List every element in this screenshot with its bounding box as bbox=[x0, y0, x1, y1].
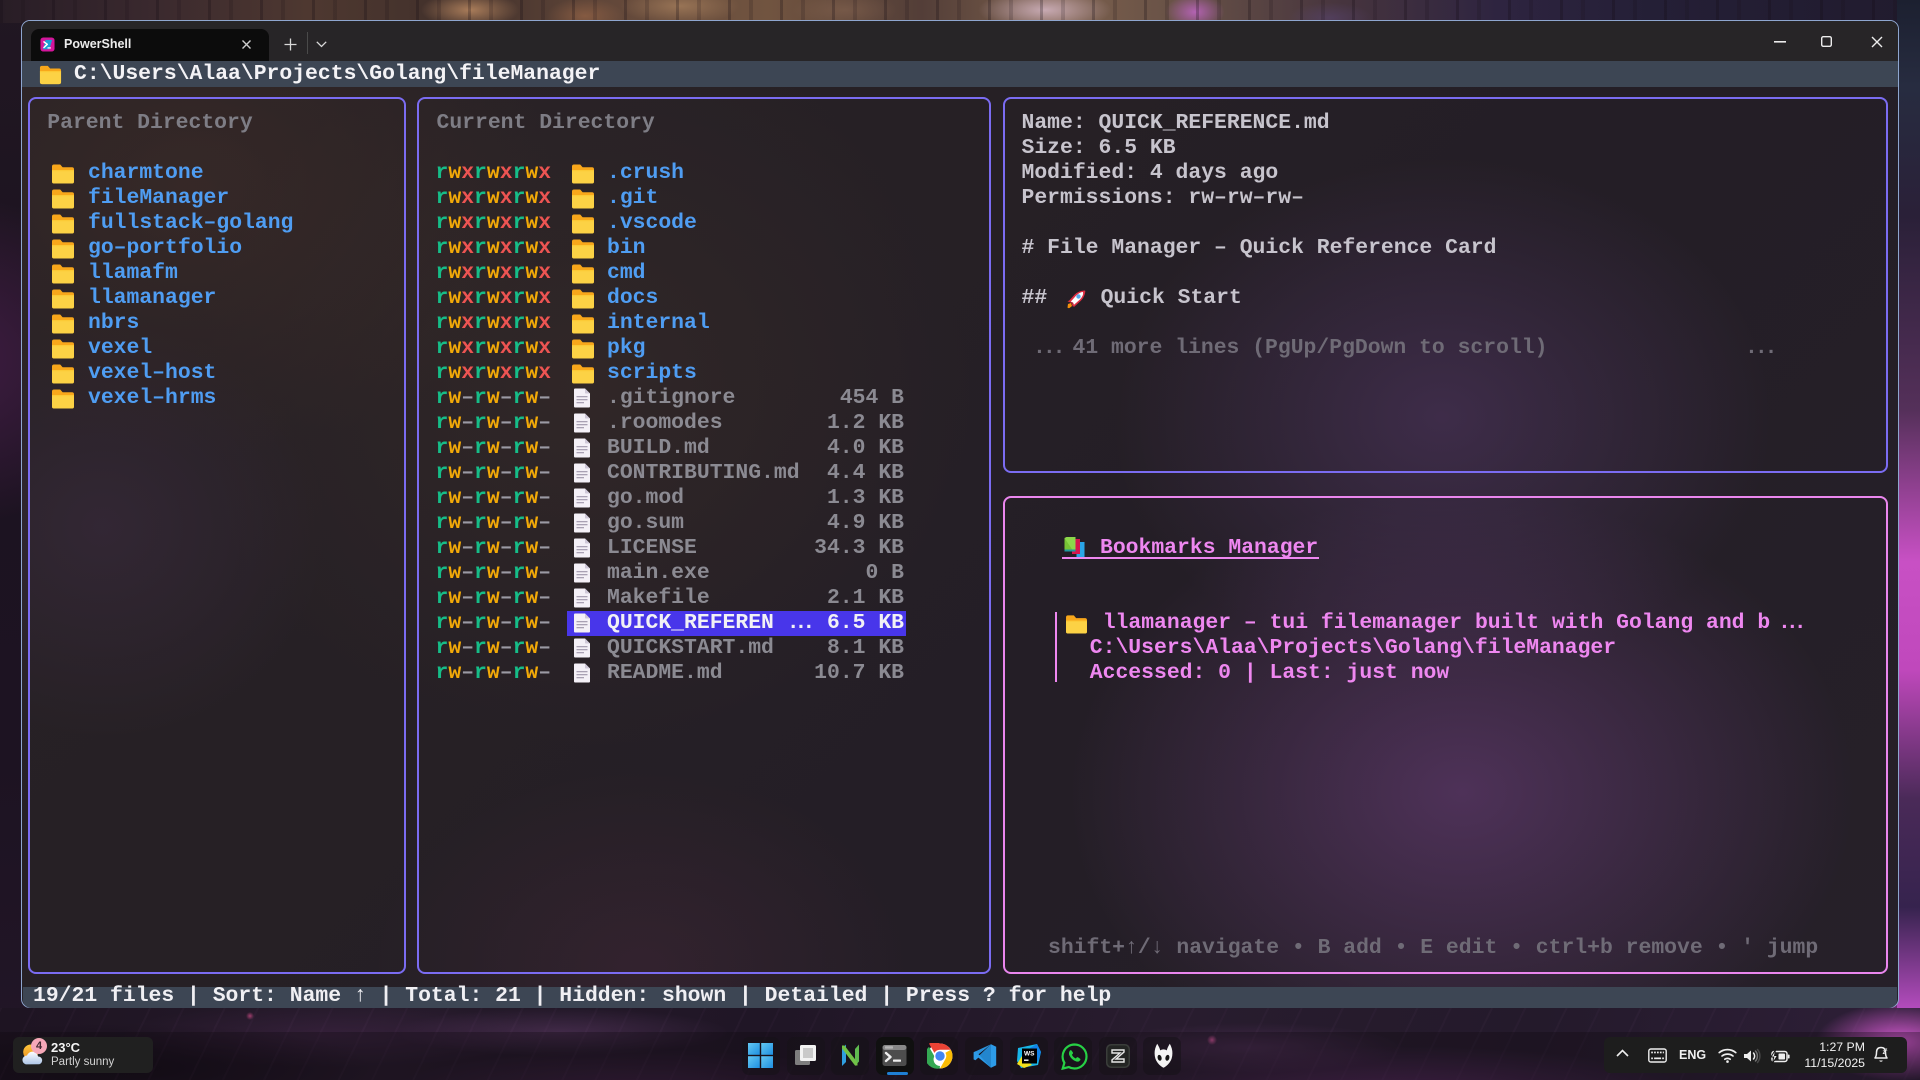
svg-text:z: z bbox=[1885, 1048, 1888, 1053]
svg-text:WS: WS bbox=[1024, 1051, 1035, 1058]
